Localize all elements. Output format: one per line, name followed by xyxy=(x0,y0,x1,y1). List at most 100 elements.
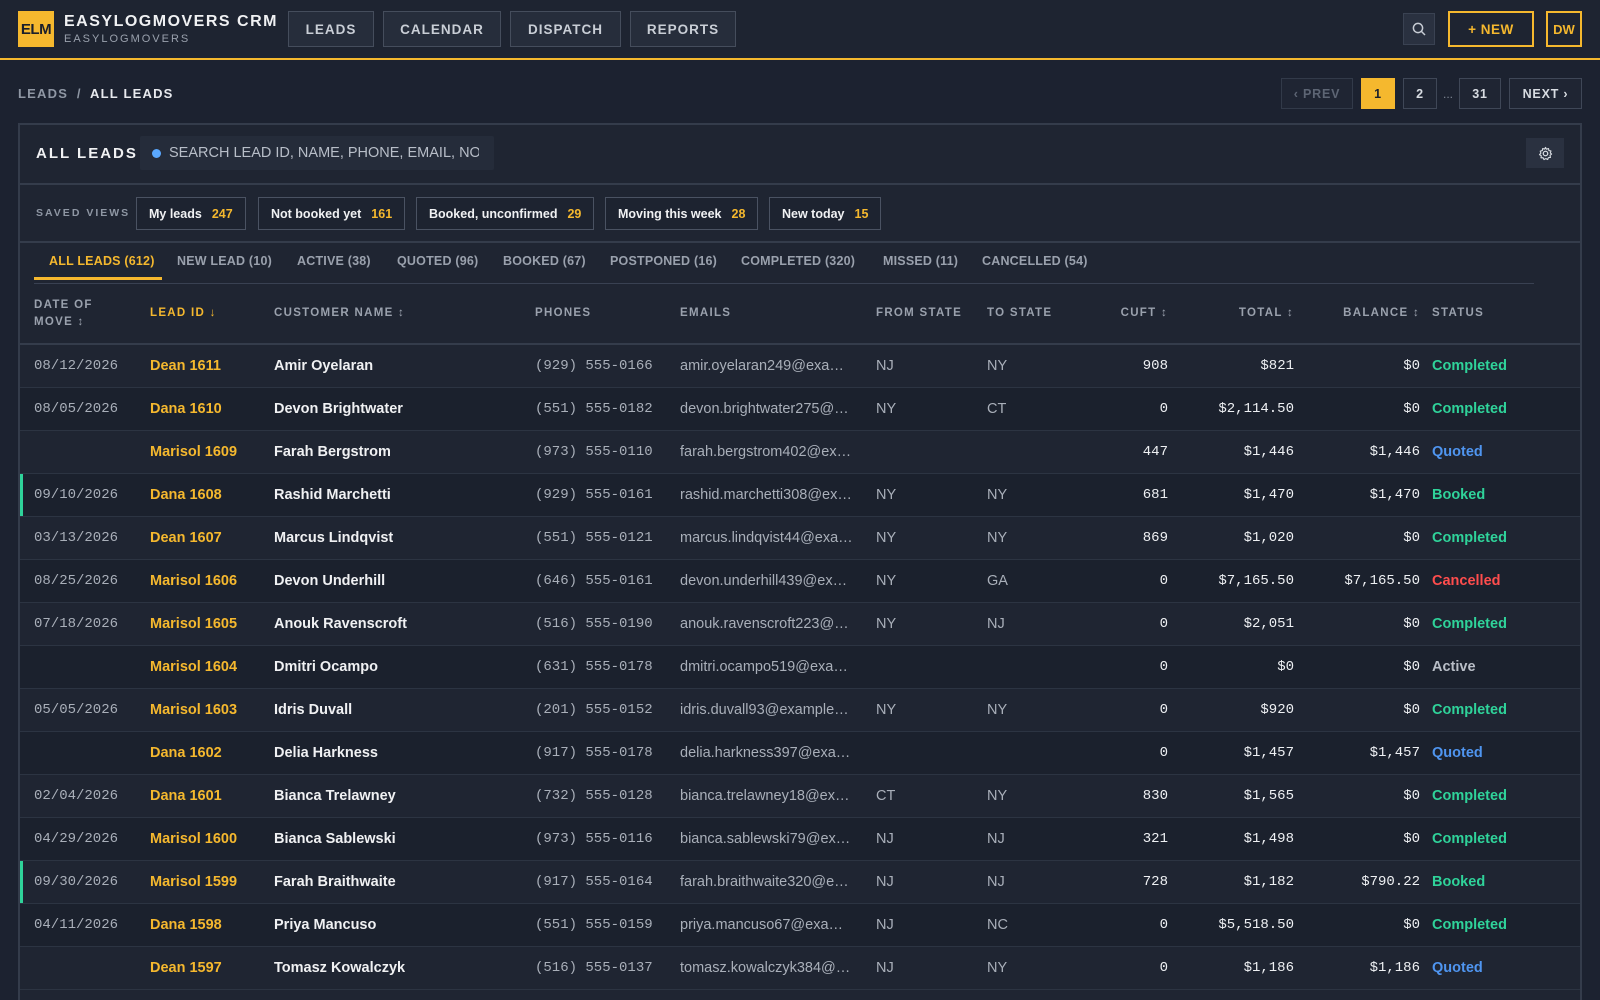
table-row[interactable]: 07/18/2026 Marisol 1605 Anouk Ravenscroft (… xyxy=(20,603,1580,646)
prev-page-button[interactable]: ‹ PREV xyxy=(1281,78,1353,109)
customer-name-link[interactable]: Marcus Lindqvist xyxy=(274,530,393,546)
customer-name-link[interactable]: Dmitri Ocampo xyxy=(274,659,378,675)
status-badge: Completed xyxy=(1432,788,1507,804)
table-row[interactable]: 08/05/2026 Dana 1610 Devon Brightwater (551… xyxy=(20,388,1580,431)
lead-id-link[interactable]: Marisol 1609 xyxy=(150,444,237,460)
search-input[interactable] xyxy=(169,145,479,161)
view-chip-not-booked[interactable]: Not booked yet 161 xyxy=(258,197,406,230)
col-customer-name[interactable]: CUSTOMER NAME ↕ xyxy=(274,307,405,319)
lead-id-link[interactable]: Marisol 1604 xyxy=(150,659,237,675)
col-date-line2[interactable]: MOVE ↕ xyxy=(34,316,85,328)
from-state-cell: NY xyxy=(876,530,897,546)
view-chip-my-leads[interactable]: My leads 247 xyxy=(136,197,246,230)
app-logo[interactable]: ELM xyxy=(18,11,54,47)
table-row[interactable]: 04/29/2026 Marisol 1600 Bianca Sablewski (9… xyxy=(20,818,1580,861)
to-state-cell: NY xyxy=(987,788,1008,804)
user-avatar[interactable]: DW xyxy=(1546,11,1582,47)
col-cuft[interactable]: CUFT ↕ xyxy=(1121,307,1168,319)
table-row[interactable]: 08/12/2026 Dean 1611 Amir Oyelaran (929) 55… xyxy=(20,345,1580,388)
page-1-button[interactable]: 1 xyxy=(1361,78,1395,109)
from-state-cell: NJ xyxy=(876,358,894,374)
nav-calendar[interactable]: CALENDAR xyxy=(383,11,501,47)
view-chip-label: Not booked yet xyxy=(271,206,362,221)
table-row[interactable]: 02/04/2026 Dana 1601 Bianca Trelawney (732)… xyxy=(20,775,1580,818)
page-31-button[interactable]: 31 xyxy=(1459,78,1501,109)
lead-id-link[interactable]: Dean 1607 xyxy=(150,530,222,546)
nav-dispatch[interactable]: DISPATCH xyxy=(510,11,621,47)
customer-name-link[interactable]: Farah Braithwaite xyxy=(274,874,396,890)
customer-name-link[interactable]: Tomasz Kowalczyk xyxy=(274,960,405,976)
page-2-button[interactable]: 2 xyxy=(1403,78,1437,109)
search-box[interactable] xyxy=(140,136,494,170)
tab-quoted[interactable]: QUOTED (96) xyxy=(397,254,478,268)
view-chip-moving-this-week[interactable]: Moving this week 28 xyxy=(605,197,759,230)
customer-name-link[interactable]: Rashid Marchetti xyxy=(274,487,391,503)
lead-id-link[interactable]: Dana 1601 xyxy=(150,788,222,804)
tab-completed[interactable]: COMPLETED (320) xyxy=(741,254,855,268)
new-lead-button[interactable]: + NEW xyxy=(1448,11,1534,47)
table-row[interactable]: Marisol 1604 Dmitri Ocampo (631) 555-0178 d… xyxy=(20,646,1580,689)
balance-cell: $0 xyxy=(1403,788,1420,804)
table-row[interactable]: 03/13/2026 Dean 1607 Marcus Lindqvist (551)… xyxy=(20,517,1580,560)
customer-name-link[interactable]: Priya Mancuso xyxy=(274,917,376,933)
search-button[interactable] xyxy=(1403,13,1435,45)
customer-name-link[interactable]: Bianca Trelawney xyxy=(274,788,396,804)
table-row[interactable]: 08/25/2026 Marisol 1606 Devon Underhill (64… xyxy=(20,560,1580,603)
next-page-button[interactable]: NEXT › xyxy=(1509,78,1582,109)
from-state-cell: NY xyxy=(876,616,897,632)
customer-name-link[interactable]: Delia Harkness xyxy=(274,745,378,761)
view-chip-count: 15 xyxy=(854,206,869,221)
tab-missed[interactable]: MISSED (11) xyxy=(883,254,958,268)
customer-name-link[interactable]: Idris Duvall xyxy=(274,702,352,718)
tab-postponed[interactable]: POSTPONED (16) xyxy=(610,254,717,268)
to-state-cell: NJ xyxy=(987,874,1005,890)
col-balance[interactable]: BALANCE ↕ xyxy=(1343,307,1420,319)
nav-leads[interactable]: LEADS xyxy=(288,11,374,47)
lead-id-link[interactable]: Marisol 1603 xyxy=(150,702,237,718)
tab-all-leads[interactable]: ALL LEADS (612) xyxy=(49,254,155,268)
table-row[interactable]: 09/30/2026 Marisol 1599 Farah Braithwaite (… xyxy=(20,861,1580,904)
lead-id-link[interactable]: Marisol 1599 xyxy=(150,874,237,890)
customer-name-link[interactable]: Anouk Ravenscroft xyxy=(274,616,407,632)
customer-name-link[interactable]: Devon Brightwater xyxy=(274,401,403,417)
total-cell: $1,186 xyxy=(1243,960,1294,976)
lead-id-link[interactable]: Marisol 1605 xyxy=(150,616,237,632)
lead-id-link[interactable]: Dean 1611 xyxy=(150,358,221,374)
nav-reports[interactable]: REPORTS xyxy=(630,11,736,47)
tab-active[interactable]: ACTIVE (38) xyxy=(297,254,371,268)
search-icon xyxy=(1412,22,1426,36)
lead-id-link[interactable]: Marisol 1606 xyxy=(150,573,237,589)
lead-id-link[interactable]: Dean 1597 xyxy=(150,960,222,976)
view-chip-new-today[interactable]: New today 15 xyxy=(769,197,882,230)
from-state-cell: NY xyxy=(876,702,897,718)
table-row[interactable]: Dean 1597 Tomasz Kowalczyk (516) 555-0137 t… xyxy=(20,947,1580,990)
lead-id-link[interactable]: Dana 1602 xyxy=(150,745,222,761)
tab-booked[interactable]: BOOKED (67) xyxy=(503,254,586,268)
table-row[interactable]: 05/05/2026 Marisol 1603 Idris Duvall (201) … xyxy=(20,689,1580,732)
view-chip-booked-unconfirmed[interactable]: Booked, unconfirmed 29 xyxy=(416,197,595,230)
tab-new-lead[interactable]: NEW LEAD (10) xyxy=(177,254,272,268)
lead-id-link[interactable]: Dana 1610 xyxy=(150,401,222,417)
move-date-cell: 05/05/2026 xyxy=(34,702,119,718)
lead-id-link[interactable]: Marisol 1600 xyxy=(150,831,237,847)
customer-name-link[interactable]: Farah Bergstrom xyxy=(274,444,391,460)
lead-id-link[interactable]: Dana 1598 xyxy=(150,917,222,933)
col-date-line1[interactable]: DATE OF xyxy=(34,299,93,311)
customer-name-link[interactable]: Bianca Sablewski xyxy=(274,831,396,847)
col-total[interactable]: TOTAL ↕ xyxy=(1239,307,1294,319)
table-row[interactable]: Dana 1602 Delia Harkness (917) 555-0178 del… xyxy=(20,732,1580,775)
lead-id-link[interactable]: Dana 1608 xyxy=(150,487,222,503)
email-cell: anouk.ravenscroft223@… xyxy=(680,616,849,632)
breadcrumb-root[interactable]: LEADS xyxy=(18,86,68,101)
customer-name-link[interactable]: Amir Oyelaran xyxy=(274,358,373,374)
cuft-cell: 321 xyxy=(1142,831,1168,847)
from-state-cell: NY xyxy=(876,401,897,417)
col-lead-id[interactable]: LEAD ID ↓ xyxy=(150,307,217,319)
status-badge: Booked xyxy=(1432,487,1486,503)
table-row[interactable]: 04/11/2026 Dana 1598 Priya Mancuso (551) 55… xyxy=(20,904,1580,947)
customer-name-link[interactable]: Devon Underhill xyxy=(274,573,385,589)
table-settings-button[interactable] xyxy=(1526,138,1564,168)
table-row[interactable]: Marisol 1609 Farah Bergstrom (973) 555-011… xyxy=(20,431,1580,474)
table-row[interactable]: 09/10/2026 Dana 1608 Rashid Marchetti (929)… xyxy=(20,474,1580,517)
tab-cancelled[interactable]: CANCELLED (54) xyxy=(982,254,1088,268)
